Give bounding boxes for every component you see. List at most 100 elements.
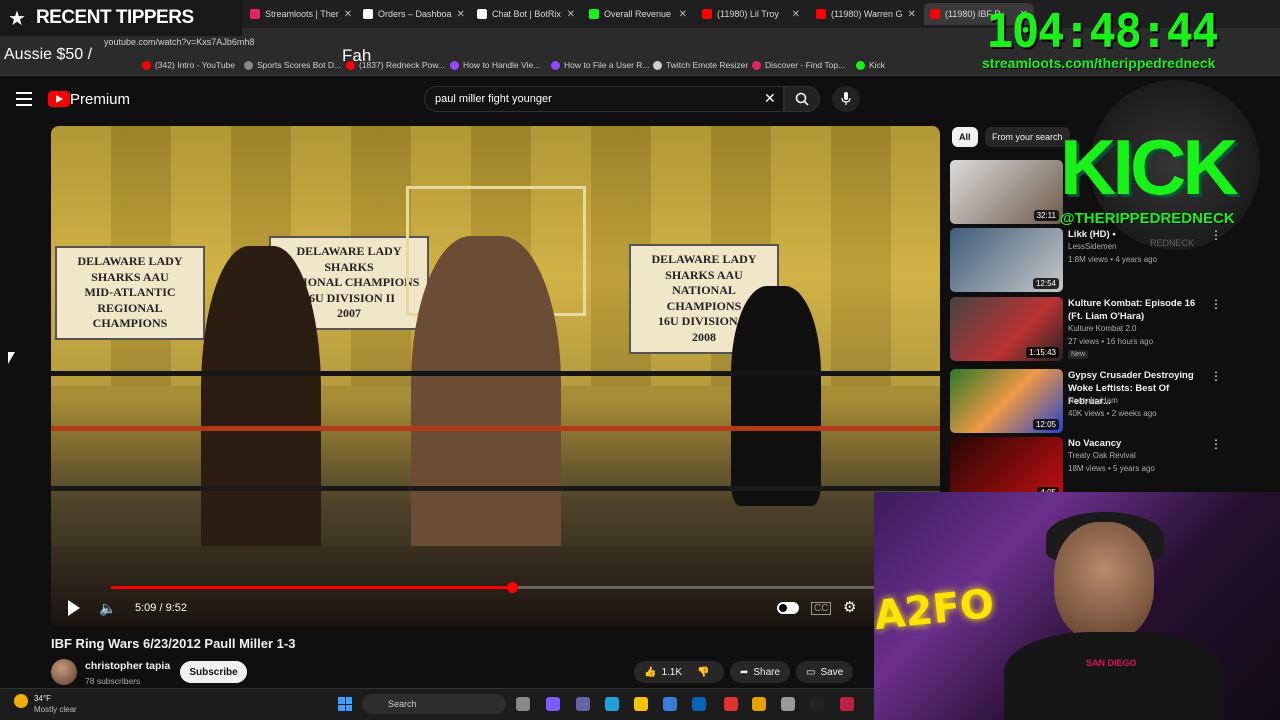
browser-tab[interactable]: Streamloots | Ther ✕ [244, 3, 354, 25]
ring-rope-middle [51, 426, 940, 431]
taskbar-search[interactable]: Search [362, 694, 506, 714]
channel-name[interactable]: christopher tapia [85, 660, 170, 672]
more-options-icon[interactable]: ⋮ [1210, 297, 1222, 311]
browser-tab[interactable]: Chat Bot | BotRix ✕ [471, 3, 581, 25]
weather-temp[interactable]: 34°F [34, 694, 51, 703]
browser-tab[interactable]: Overall Revenue ✕ [583, 3, 693, 25]
duration: 9:52 [165, 602, 188, 614]
save-button[interactable]: ▭ Save [796, 661, 854, 683]
kick-handle: @THERIPPEDREDNECK [1060, 210, 1235, 227]
ring-rope-bottom [51, 486, 940, 491]
tab-favicon-icon [477, 9, 487, 19]
settings-gear-icon[interactable]: ⚙ [843, 598, 856, 616]
browser-tab[interactable]: (11980) Lil Troy ✕ [696, 3, 806, 25]
save-label: Save [820, 666, 844, 678]
chip-from-your-search[interactable]: From your search [985, 127, 1070, 147]
recommendation-item[interactable]: 12:05 Gypsy Crusader Destroying Woke Left… [950, 369, 1270, 433]
tab-close-icon[interactable]: ✕ [908, 9, 916, 20]
tab-favicon-icon [250, 9, 260, 19]
clear-search-icon[interactable]: ✕ [764, 90, 776, 107]
bookmark-item[interactable]: How to File a User R... [551, 60, 650, 70]
chrome-icon[interactable] [752, 697, 766, 711]
bookmark-item[interactable]: Kick [856, 60, 885, 70]
recommendation-thumbnail[interactable]: 12:05 [950, 369, 1063, 433]
save-icon: ▭ [806, 666, 816, 678]
weather-icon[interactable] [14, 694, 28, 708]
video-progress-played [111, 586, 512, 589]
share-button[interactable]: ➦ Share [730, 661, 791, 683]
terminal-icon[interactable] [810, 697, 824, 711]
url-text[interactable]: youtube.com/watch?v=Kxs7AJb6mh8 [104, 37, 254, 47]
subscribe-button[interactable]: Subscribe [180, 661, 247, 683]
microphone-icon [841, 92, 851, 105]
bookmark-label: Kick [869, 60, 886, 70]
bookmark-label: Discover - Find Top... [765, 60, 846, 70]
ring-rope-top [51, 371, 940, 376]
more-options-icon[interactable]: ⋮ [1210, 228, 1222, 242]
edge-icon[interactable] [605, 697, 619, 711]
thumbs-down-icon[interactable]: 👎 [697, 667, 709, 678]
voice-search-button[interactable] [832, 86, 860, 112]
search-button[interactable] [784, 86, 820, 112]
recommendation-thumbnail[interactable]: 12:54 [950, 228, 1063, 292]
streamloots-link: streamloots.com/therippedredneck [982, 55, 1216, 71]
recommendation-title[interactable]: Kulture Kombat: Episode 16 (Ft. Liam O'H… [1068, 297, 1208, 323]
search-icon [795, 92, 809, 106]
autoplay-toggle[interactable] [777, 602, 799, 614]
app-grey-icon[interactable] [781, 697, 795, 711]
weather-description[interactable]: Mostly clear [34, 705, 77, 714]
recommendation-thumbnail[interactable]: 1:15:43 [950, 297, 1063, 361]
recommendation-channel[interactable]: LessSidemen [1068, 242, 1116, 251]
hamburger-menu-icon[interactable] [16, 92, 32, 106]
tab-close-icon[interactable]: ✕ [792, 9, 800, 20]
tab-close-icon[interactable]: ✕ [679, 9, 687, 20]
bookmark-label: (342) Intro - YouTube [155, 60, 236, 70]
file-explorer-icon[interactable] [634, 697, 648, 711]
recommendation-title[interactable]: No Vacancy [1068, 437, 1208, 450]
more-options-icon[interactable]: ⋮ [1210, 437, 1222, 451]
tab-close-icon[interactable]: ✕ [567, 9, 575, 20]
tab-close-icon[interactable]: ✕ [344, 9, 352, 20]
tipper-name-secondary: Fah [342, 46, 372, 65]
bookmark-item[interactable]: Sports Scores Bot D... [244, 60, 341, 70]
recommendation-channel[interactable]: Treaty Oak Revival [1068, 451, 1136, 460]
video-player[interactable]: DELAWARE LADY SHARKS AAU MID-ATLANTIC RE… [51, 126, 940, 626]
video-progress-bar[interactable] [111, 582, 877, 593]
app-red-icon[interactable] [724, 697, 738, 711]
captions-icon[interactable]: CC [811, 602, 832, 615]
recommendation-thumbnail[interactable]: 32:11 [950, 160, 1063, 224]
windows-start-icon[interactable] [338, 697, 352, 711]
chip-all[interactable]: All [952, 127, 978, 147]
recommendation-title[interactable]: Likk (HD) • [1068, 228, 1208, 241]
bookmark-item[interactable]: Twitch Emote Resizer [653, 60, 748, 70]
more-options-icon[interactable]: ⋮ [1210, 369, 1222, 383]
like-button[interactable]: 👍 1.1K 👎 [634, 661, 724, 683]
youtube-logo-icon[interactable] [48, 91, 70, 107]
bookmark-item[interactable]: How to Handle Vie... [450, 60, 540, 70]
star-icon: ★ [8, 7, 26, 30]
play-icon[interactable] [65, 600, 81, 616]
search-input[interactable] [435, 93, 755, 105]
channel-avatar[interactable] [51, 659, 77, 685]
search-box[interactable] [424, 86, 784, 112]
recommendation-item[interactable]: 12:54 Likk (HD) • LessSidemen 1.8M views • … [950, 228, 1270, 292]
video-scrubber-handle[interactable] [506, 582, 518, 593]
bookmark-item[interactable]: Discover - Find Top... [752, 60, 845, 70]
recommendation-channel[interactable]: NastyJayHam [1068, 396, 1118, 405]
tab-close-icon[interactable]: ✕ [457, 9, 465, 20]
store-icon[interactable] [663, 697, 677, 711]
copilot-icon[interactable] [546, 697, 560, 711]
bookmark-item[interactable]: (342) Intro - YouTube [142, 60, 235, 70]
youtube-premium-label[interactable]: Premium [70, 91, 130, 108]
outlook-icon[interactable] [692, 697, 706, 711]
recommendation-item[interactable]: 1:15:43 Kulture Kombat: Episode 16 (Ft. L… [950, 297, 1270, 361]
browser-tab[interactable]: Orders – Dashboa ✕ [357, 3, 467, 25]
volume-icon[interactable]: 🔈 [99, 600, 116, 617]
tab-label: Overall Revenue [604, 9, 672, 19]
recommendation-channel[interactable]: Kulture Kombat 2.0 [1068, 324, 1136, 333]
app-extra-icon[interactable] [840, 697, 854, 711]
teams-icon[interactable] [576, 697, 590, 711]
recent-tippers-panel: ★ RECENT TIPPERS [0, 0, 242, 36]
task-view-icon[interactable] [516, 697, 530, 711]
browser-tab[interactable]: (11980) Warren G ✕ [810, 3, 920, 25]
